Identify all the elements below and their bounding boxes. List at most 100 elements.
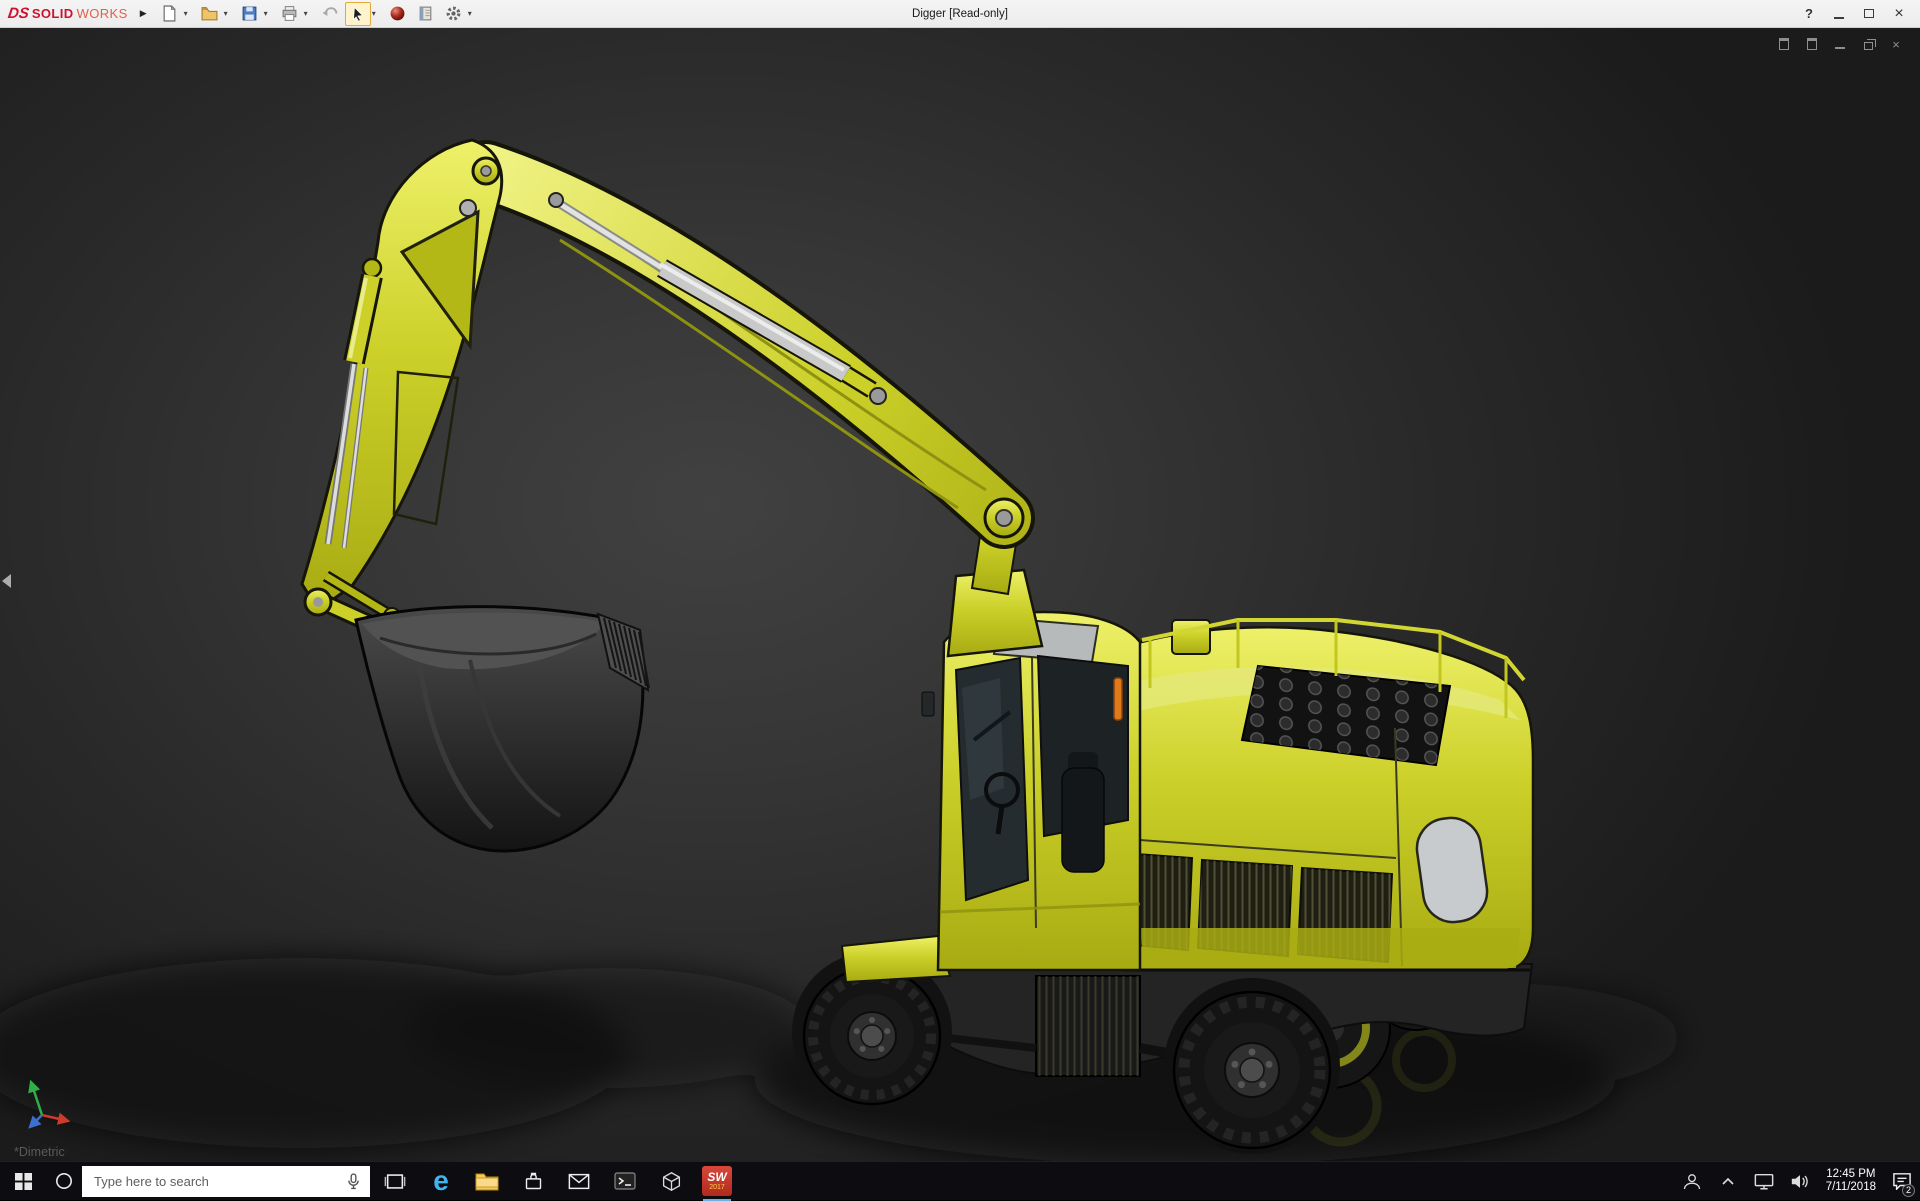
file-explorer-button[interactable]	[464, 1162, 510, 1201]
new-document-caret[interactable]: ▾	[184, 9, 188, 18]
select-caret[interactable]: ▾	[372, 9, 376, 18]
microphone-icon[interactable]	[347, 1173, 360, 1190]
start-button[interactable]	[0, 1162, 46, 1201]
task-view-icon	[384, 1173, 406, 1190]
design-binder-button[interactable]	[413, 2, 439, 26]
taskbar-clock[interactable]: 12:45 PM 7/11/2018	[1818, 1168, 1884, 1194]
volume-button[interactable]	[1782, 1162, 1818, 1201]
open-caret[interactable]: ▾	[224, 9, 228, 18]
store-bag-icon	[523, 1171, 544, 1192]
console-button[interactable]	[602, 1162, 648, 1201]
solidworks-taskbar-button[interactable]: SW 2017	[694, 1162, 740, 1201]
engine-body[interactable]	[1104, 620, 1533, 970]
people-icon	[1682, 1173, 1702, 1190]
maximize-button[interactable]	[1854, 0, 1884, 28]
minimize-icon	[1834, 17, 1844, 19]
cab-handle	[1114, 678, 1122, 720]
doc-minimize-button[interactable]	[1830, 36, 1850, 52]
chevron-up-icon	[1722, 1177, 1734, 1185]
show-hidden-icons-button[interactable]	[1710, 1162, 1746, 1201]
orientation-triad-icon	[18, 1069, 82, 1133]
new-document-button[interactable]	[157, 2, 183, 26]
doc-close-button[interactable]: ×	[1886, 36, 1906, 52]
console-icon	[614, 1172, 636, 1190]
doc-new-window-button[interactable]	[1802, 36, 1822, 52]
new-document-icon	[161, 5, 178, 22]
save-caret[interactable]: ▾	[264, 9, 268, 18]
dassault-ds-icon: DS	[7, 5, 30, 22]
solidworks-app-icon: SW 2017	[702, 1166, 732, 1196]
mail-button[interactable]	[556, 1162, 602, 1201]
clock-date: 7/11/2018	[1826, 1181, 1876, 1194]
options-button[interactable]	[441, 2, 467, 26]
panel-flyout-arrow-icon[interactable]	[2, 574, 11, 588]
excavator-model[interactable]	[0, 28, 1920, 1161]
window-icon	[1779, 38, 1789, 50]
doc-restore-button[interactable]	[1858, 36, 1878, 52]
view-orientation-label: *Dimetric	[14, 1145, 65, 1159]
help-button[interactable]: ?	[1794, 0, 1824, 28]
title-bar: DS SOLIDWORKS ▶ ▾ ▾ ▾ ▾	[0, 0, 1920, 28]
3d-builder-button[interactable]	[648, 1162, 694, 1201]
select-tool-button[interactable]	[345, 2, 371, 26]
design-binder-icon	[417, 5, 434, 22]
save-button[interactable]	[237, 2, 263, 26]
quick-access-toolbar: ▾ ▾ ▾ ▾ ▾	[157, 2, 479, 26]
options-caret[interactable]: ▾	[468, 9, 472, 18]
select-cursor-icon	[350, 6, 366, 22]
cab[interactable]	[922, 612, 1140, 970]
undo-icon	[321, 5, 338, 22]
clock-time: 12:45 PM	[1826, 1168, 1876, 1181]
window-icon	[1807, 38, 1817, 50]
gear-icon	[445, 5, 462, 22]
notification-badge: 2	[1902, 1184, 1915, 1197]
menu-expander-button[interactable]: ▶	[140, 8, 147, 19]
front-right-wheel[interactable]	[1174, 992, 1330, 1148]
network-button[interactable]	[1746, 1162, 1782, 1201]
store-button[interactable]	[510, 1162, 556, 1201]
boom-assembly[interactable]	[302, 140, 1042, 656]
cortana-ring-icon	[55, 1172, 73, 1190]
print-caret[interactable]: ▾	[304, 9, 308, 18]
solidworks-logo: DS SOLIDWORKS	[8, 5, 128, 22]
mail-envelope-icon	[568, 1173, 590, 1190]
bucket[interactable]	[356, 607, 649, 851]
save-floppy-icon	[241, 5, 258, 22]
cube-icon	[661, 1171, 682, 1192]
appearance-sphere-icon	[389, 5, 406, 22]
windows-logo-icon	[15, 1173, 32, 1190]
document-window-controls: ×	[1774, 36, 1906, 52]
front-fender[interactable]	[842, 936, 950, 982]
maximize-icon	[1864, 9, 1874, 18]
print-button[interactable]	[277, 2, 303, 26]
front-left-wheel[interactable]	[804, 968, 940, 1104]
search-input[interactable]	[82, 1174, 347, 1189]
cortana-button[interactable]	[46, 1162, 82, 1201]
graphics-area[interactable]: × *Dimetric	[0, 28, 1920, 1161]
minimize-button[interactable]	[1824, 0, 1854, 28]
speaker-icon	[1790, 1173, 1810, 1190]
document-title: Digger [Read-only]	[912, 0, 1008, 28]
minimize-icon	[1835, 47, 1845, 49]
undo-button[interactable]	[317, 2, 343, 26]
open-folder-icon	[201, 5, 218, 22]
task-view-button[interactable]	[372, 1162, 418, 1201]
folder-icon	[475, 1171, 499, 1191]
edge-icon: e	[433, 1167, 449, 1195]
taskbar: e SW 2017	[0, 1161, 1920, 1200]
people-button[interactable]	[1674, 1162, 1710, 1201]
action-center-button[interactable]: 2	[1884, 1162, 1920, 1201]
boom-cylinder[interactable]	[549, 193, 886, 404]
edge-button[interactable]: e	[418, 1162, 464, 1201]
doc-previous-window-button[interactable]	[1774, 36, 1794, 52]
open-button[interactable]	[197, 2, 223, 26]
taskbar-search[interactable]	[82, 1166, 370, 1197]
appearances-button[interactable]	[385, 2, 411, 26]
restore-icon	[1864, 42, 1873, 50]
mirror	[922, 692, 934, 716]
close-button[interactable]: ×	[1884, 0, 1914, 28]
brand-solid: SOLID	[32, 6, 74, 21]
brand-works: WORKS	[77, 6, 128, 21]
print-icon	[281, 5, 298, 22]
network-icon	[1754, 1173, 1774, 1190]
